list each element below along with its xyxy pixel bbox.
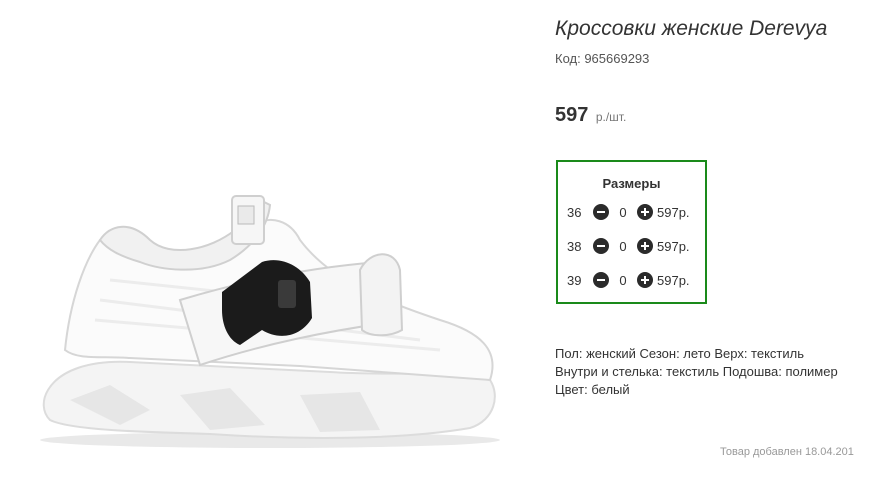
sizes-panel: Размеры 36 0 597р. 38 0 597р. 39 0 597р. (556, 160, 707, 304)
pull-loop (358, 253, 404, 337)
size-row: 38 0 597р. (567, 236, 690, 256)
size-label: 39 (567, 272, 582, 288)
specs-line: Внутри и стелька: текстиль Подошва: поли… (555, 364, 838, 379)
date-added: Товар добавлен 18.04.201 (720, 446, 854, 458)
product-price: 597 р./шт. (555, 104, 626, 127)
size-price: 597р. (657, 204, 690, 220)
quantity-value: 0 (619, 272, 627, 288)
product-specs: Пол: женский Сезон: лето Верх: текстиль … (555, 345, 838, 399)
price-value: 597 (555, 104, 589, 126)
size-price: 597р. (657, 238, 690, 254)
minus-icon[interactable] (593, 238, 609, 254)
specs-line: Пол: женский Сезон: лето Верх: текстиль (555, 346, 804, 361)
specs-line: Цвет: белый (555, 382, 630, 397)
size-row: 39 0 597р. (567, 270, 690, 290)
quantity-value: 0 (619, 238, 627, 254)
size-label: 36 (567, 204, 582, 220)
size-label: 38 (567, 238, 582, 254)
minus-icon[interactable] (593, 204, 609, 220)
size-row: 36 0 597р. (567, 202, 690, 222)
product-code: Код: 965669293 (555, 51, 650, 66)
product-image[interactable] (0, 0, 530, 499)
size-tag (237, 205, 255, 225)
plus-icon[interactable] (637, 204, 653, 220)
quantity-value: 0 (619, 204, 627, 220)
sizes-title: Размеры (602, 176, 661, 191)
minus-icon[interactable] (593, 272, 609, 288)
size-price: 597р. (657, 272, 690, 288)
plus-icon[interactable] (637, 272, 653, 288)
buckle-clip (278, 280, 296, 308)
plus-icon[interactable] (637, 238, 653, 254)
product-title: Кроссовки женские Derevya (555, 17, 828, 40)
sneaker-illustration (40, 195, 500, 448)
price-unit: р./шт. (595, 110, 627, 124)
